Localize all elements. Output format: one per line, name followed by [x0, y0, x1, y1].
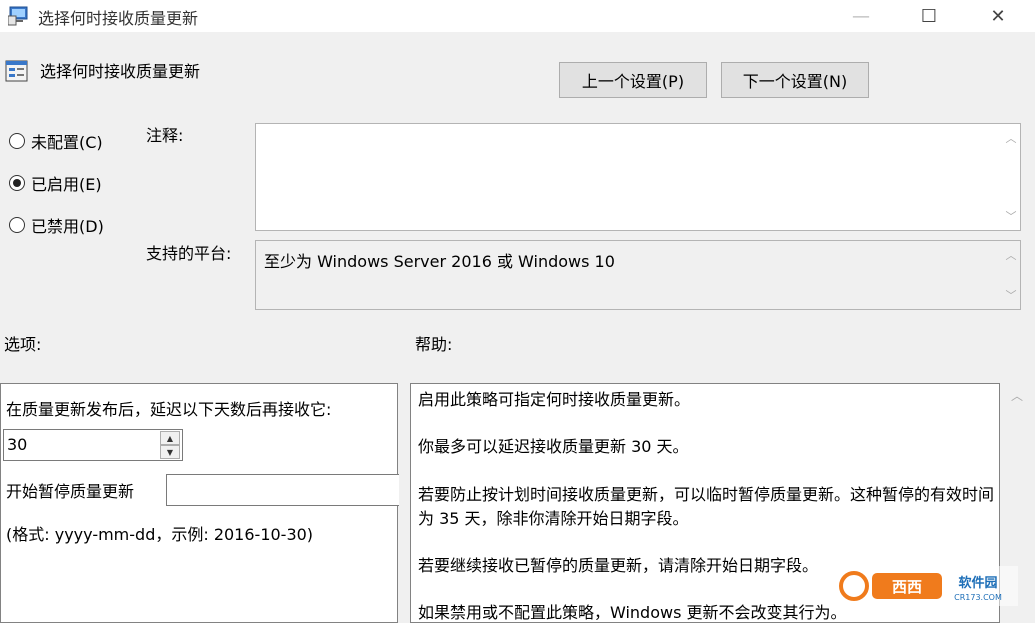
chevron-up-icon[interactable]: ︿ — [1004, 130, 1018, 146]
options-label: 选项: — [4, 335, 42, 354]
comment-scrollbar[interactable]: ︿ ﹀ — [1002, 124, 1020, 230]
window-title: 选择何时接收质量更新 — [38, 9, 199, 28]
options-panel: 在质量更新发布后，延迟以下天数后再接收它: 30 ▲ ▼ 开始暂停质量更新 (格… — [0, 383, 399, 623]
svg-text:软件园: 软件园 — [958, 575, 997, 591]
maximize-button[interactable]: ☐ — [906, 0, 952, 32]
pause-label: 开始暂停质量更新 — [6, 482, 135, 501]
platform-scrollbar[interactable]: ︿ ﹀ — [1002, 241, 1020, 309]
radio-disabled[interactable]: 已禁用(D) — [9, 213, 104, 237]
svg-text:CR173.COM: CR173.COM — [954, 593, 1002, 602]
chevron-up-icon[interactable]: ︿ — [1004, 247, 1018, 263]
radio-not-configured[interactable]: 未配置(C) — [9, 129, 103, 153]
comment-field[interactable]: ︿ ﹀ — [255, 123, 1021, 231]
watermark-logo: 西西 软件园 CR173.COM — [838, 566, 1018, 606]
radio-label: 已启用(E) — [31, 175, 102, 194]
close-icon: ✕ — [990, 5, 1006, 27]
help-paragraph: 启用此策略可指定何时接收质量更新。 — [418, 390, 691, 409]
format-hint: (格式: yyyy-mm-dd，示例: 2016-10-30) — [6, 525, 314, 544]
minimize-button[interactable]: — — [838, 0, 884, 32]
radio-button[interactable] — [9, 217, 25, 233]
platform-field: 至少为 Windows Server 2016 或 Windows 10 ︿ ﹀ — [255, 240, 1021, 310]
close-button[interactable]: ✕ — [975, 0, 1021, 32]
next-setting-button[interactable]: 下一个设置(N) — [721, 62, 869, 98]
comment-label: 注释: — [146, 126, 184, 145]
defer-days-value: 30 — [7, 435, 28, 454]
defer-days-label: 在质量更新发布后，延迟以下天数后再接收它: — [6, 400, 332, 419]
title-bar: 选择何时接收质量更新 — ☐ ✕ — [0, 0, 1035, 32]
radio-button[interactable] — [9, 133, 25, 149]
maximize-icon: ☐ — [920, 5, 938, 27]
triangle-up-icon[interactable]: ▲ — [160, 431, 180, 445]
policy-app-icon — [8, 6, 28, 26]
policy-setting-icon — [5, 60, 28, 82]
platform-label: 支持的平台: — [146, 244, 232, 263]
previous-setting-button[interactable]: 上一个设置(P) — [559, 62, 707, 98]
radio-label: 已禁用(D) — [31, 217, 104, 236]
minimize-icon: — — [852, 5, 870, 27]
chevron-down-icon[interactable]: ﹀ — [1004, 287, 1018, 303]
help-label: 帮助: — [415, 335, 453, 354]
svg-text:西西: 西西 — [892, 578, 922, 596]
watermark-logo-graphic: 西西 软件园 CR173.COM — [839, 571, 1002, 602]
defer-days-stepper[interactable]: 30 ▲ ▼ — [3, 429, 183, 461]
radio-label: 未配置(C) — [31, 133, 103, 152]
chevron-up-icon[interactable]: ︿ — [1010, 387, 1024, 404]
help-paragraph: 你最多可以延迟接收质量更新 30 天。 — [418, 437, 689, 456]
chevron-down-icon[interactable]: ﹀ — [1004, 208, 1018, 224]
pause-date-input[interactable] — [166, 474, 399, 506]
radio-enabled[interactable]: 已启用(E) — [9, 171, 102, 195]
policy-name: 选择何时接收质量更新 — [40, 62, 201, 81]
triangle-down-icon[interactable]: ▼ — [160, 445, 180, 459]
platform-value: 至少为 Windows Server 2016 或 Windows 10 — [264, 252, 615, 271]
help-paragraph: 若要防止按计划时间接收质量更新，可以临时暂停质量更新。这种暂停的有效时间为 35… — [418, 485, 995, 528]
radio-button[interactable] — [9, 175, 25, 191]
